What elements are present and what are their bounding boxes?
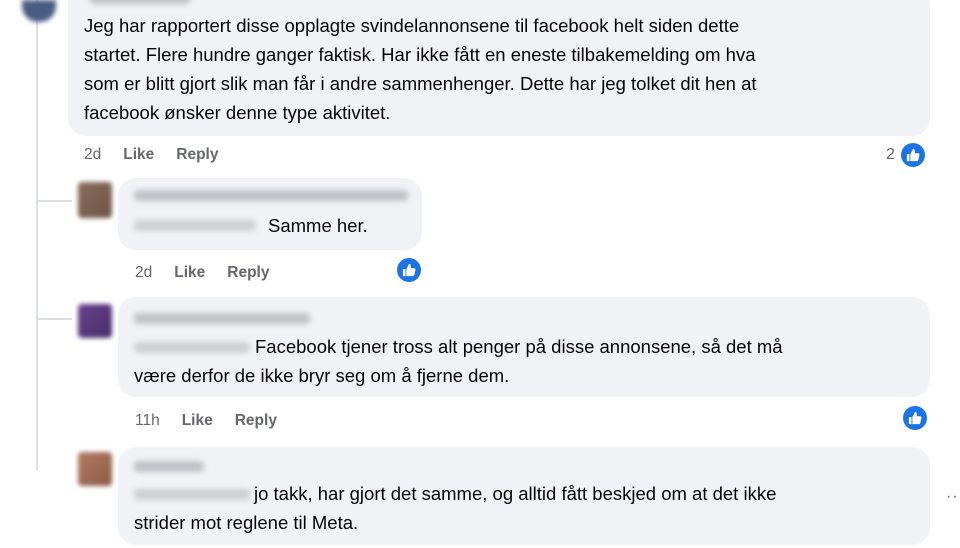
- comment-text-line: være derfor de ikke bryr seg om å fjerne…: [134, 365, 510, 386]
- reaction-count[interactable]: 2: [886, 146, 895, 164]
- avatar[interactable]: [78, 304, 112, 338]
- thread-branch: [36, 200, 72, 202]
- comment-text-line: strider mot reglene til Meta.: [134, 512, 359, 533]
- reply-button[interactable]: Reply: [235, 412, 277, 430]
- avatar[interactable]: [78, 182, 112, 218]
- comment-timestamp[interactable]: 2d: [84, 146, 101, 164]
- comment-actions: 2d Like Reply: [84, 146, 218, 164]
- tagged-user[interactable]: [134, 342, 250, 353]
- tagged-user[interactable]: [134, 220, 256, 231]
- comment-author[interactable]: [90, 0, 190, 4]
- comment-author[interactable]: [134, 190, 408, 201]
- thread-branch: [36, 318, 72, 320]
- avatar[interactable]: [78, 452, 112, 486]
- reply-button[interactable]: Reply: [176, 146, 218, 164]
- tagged-user[interactable]: [134, 489, 250, 500]
- reply-button[interactable]: Reply: [227, 264, 269, 282]
- comment-actions: 11h Like Reply: [135, 412, 277, 430]
- comment-author[interactable]: [134, 313, 310, 324]
- comment-text-line: som er blitt gjort slik man får i andre …: [84, 73, 757, 94]
- comment-text-line: Facebook tjener tross alt penger på diss…: [255, 336, 783, 357]
- comment-text-line: startet. Flere hundre ganger faktisk. Ha…: [84, 44, 756, 65]
- more-horizontal-icon[interactable]: ··: [946, 488, 959, 506]
- comment-timestamp[interactable]: 11h: [135, 412, 160, 430]
- like-button[interactable]: Like: [123, 146, 154, 164]
- like-button[interactable]: Like: [182, 412, 213, 430]
- avatar[interactable]: [22, 0, 56, 22]
- thread-line: [36, 0, 38, 470]
- comment-timestamp[interactable]: 2d: [135, 264, 152, 282]
- thumbs-up-icon[interactable]: [901, 143, 925, 167]
- thumbs-up-icon[interactable]: [903, 406, 927, 430]
- comment-text-line: facebook ønsker denne type aktivitet.: [84, 102, 391, 123]
- comment-text-line: jo takk, har gjort det samme, og alltid …: [254, 483, 777, 504]
- comment-text-line: Samme her.: [268, 215, 368, 236]
- comment-author[interactable]: [134, 461, 204, 472]
- comment-actions: 2d Like Reply: [135, 264, 269, 282]
- thumbs-up-icon[interactable]: [397, 258, 421, 282]
- like-button[interactable]: Like: [174, 264, 205, 282]
- comment-text-line: Jeg har rapportert disse opplagte svinde…: [84, 15, 740, 36]
